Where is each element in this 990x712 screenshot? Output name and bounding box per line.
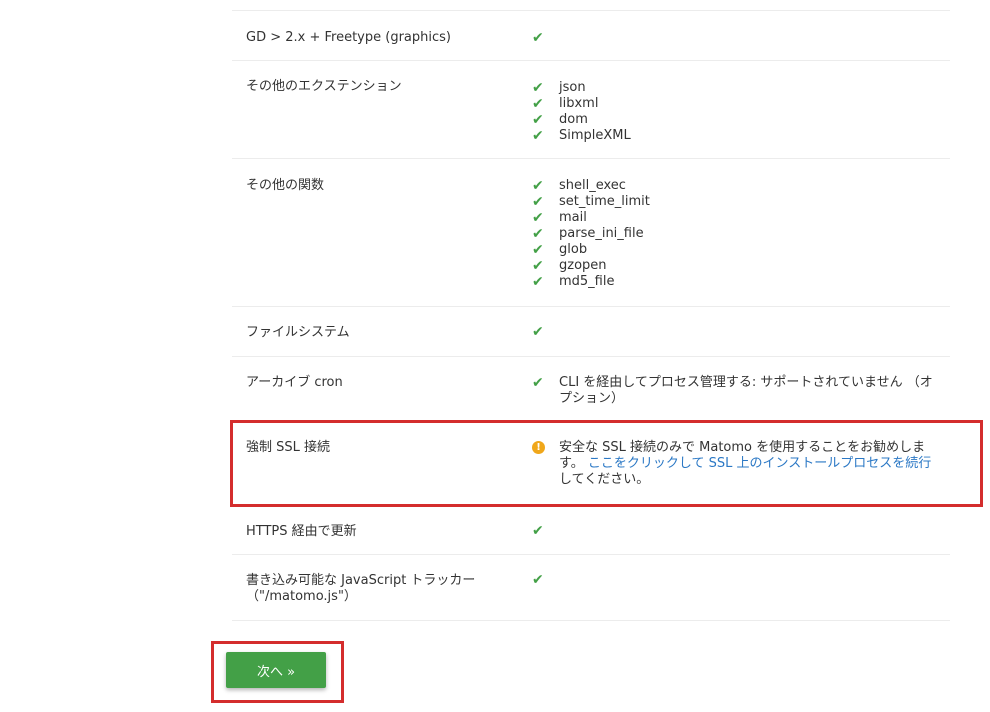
list-item: dom <box>559 112 588 127</box>
row-value: ✔ <box>532 30 936 46</box>
check-icon: ✔ <box>532 178 544 194</box>
row-value: ✔ <box>532 572 936 588</box>
row-value: ✔ json ✔ libxml ✔ dom ✔ SimpleXML <box>532 80 936 144</box>
list-item: SimpleXML <box>559 128 631 143</box>
check-icon: ✔ <box>532 258 544 274</box>
check-icon: ✔ <box>532 194 544 210</box>
check-icon: ✔ <box>532 210 544 226</box>
ssl-highlight-box <box>230 420 983 507</box>
row-label: その他のエクステンション <box>246 79 402 94</box>
check-row-extensions: その他のエクステンション ✔ json ✔ libxml ✔ dom ✔ SimpleX… <box>232 60 950 159</box>
check-row-gd: GD > 2.x + Freetype (graphics) ✔ <box>232 10 950 61</box>
list-item: set_time_limit <box>559 194 650 209</box>
check-icon: ✔ <box>532 80 544 96</box>
list-item: parse_ini_file <box>559 226 644 241</box>
cron-status-text: CLI を経由してプロセス管理する: サポートされていません （オプション） <box>559 375 933 406</box>
check-icon: ✔ <box>532 96 544 112</box>
row-label: アーカイブ cron <box>246 375 343 390</box>
row-label: ファイルシステム <box>246 325 350 340</box>
row-value: ✔ shell_exec ✔ set_time_limit ✔ mail ✔ parse… <box>532 178 936 290</box>
row-label: HTTPS 経由で更新 <box>246 524 357 539</box>
check-row-cron: アーカイブ cron ✔ CLI を経由してプロセス管理する: サポートされていま… <box>232 356 950 421</box>
check-icon: ✔ <box>532 112 544 128</box>
row-label: その他の関数 <box>246 178 325 193</box>
list-item: libxml <box>559 96 599 111</box>
check-icon: ✔ <box>532 523 544 539</box>
check-icon: ✔ <box>532 30 544 46</box>
list-item: glob <box>559 242 588 257</box>
check-row-functions: その他の関数 ✔ shell_exec ✔ set_time_limit ✔ mail… <box>232 158 950 307</box>
check-icon: ✔ <box>532 572 544 588</box>
table-bottom-divider <box>232 620 950 621</box>
row-value: ✔ <box>532 523 936 539</box>
check-row-js-tracker: 書き込み可能な JavaScript トラッカー（"/matomo.js"） ✔ <box>232 554 950 621</box>
list-item: json <box>559 80 586 95</box>
check-row-filesystem: ファイルシステム ✔ <box>232 306 950 357</box>
list-item: shell_exec <box>559 178 626 193</box>
check-icon: ✔ <box>532 375 544 391</box>
row-value: ✔ <box>532 324 936 340</box>
check-icon: ✔ <box>532 226 544 242</box>
row-value: ✔ CLI を経由してプロセス管理する: サポートされていません （オプション） <box>532 375 936 407</box>
check-icon: ✔ <box>532 324 544 340</box>
list-item: mail <box>559 210 587 225</box>
list-item: gzopen <box>559 258 607 273</box>
next-button-highlight-box <box>211 641 344 703</box>
row-label: GD > 2.x + Freetype (graphics) <box>246 30 451 45</box>
check-icon: ✔ <box>532 128 544 144</box>
check-row-https-update: HTTPS 経由で更新 ✔ <box>232 510 950 554</box>
check-icon: ✔ <box>532 274 544 290</box>
row-label: 書き込み可能な JavaScript トラッカー（"/matomo.js"） <box>246 573 476 604</box>
check-icon: ✔ <box>532 242 544 258</box>
list-item: md5_file <box>559 274 615 289</box>
